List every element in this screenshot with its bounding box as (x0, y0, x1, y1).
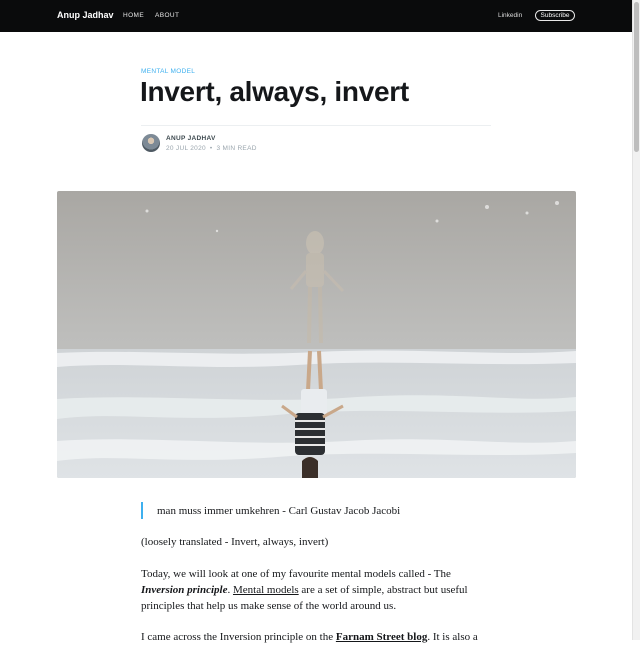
post-title: Invert, always, invert (140, 76, 409, 107)
inversion-principle-emphasis: Inversion principle (141, 584, 228, 596)
author-avatar[interactable] (142, 134, 160, 152)
intro-text-1: Today, we will look at one of my favouri… (141, 568, 451, 580)
author-name-link[interactable]: ANUP JADHAV (166, 135, 216, 142)
subscribe-button[interactable]: Subscribe (535, 10, 575, 21)
read-time: 3 MIN READ (216, 145, 257, 152)
site-brand[interactable]: Anup Jadhav (57, 10, 114, 20)
translation-paragraph: (loosely translated - Invert, always, in… (141, 536, 329, 548)
nav-about-link[interactable]: ABOUT (155, 12, 179, 19)
blockquote-text: man muss immer umkehren - Carl Gustav Ja… (157, 505, 401, 517)
linkedin-link[interactable]: Linkedin (498, 12, 522, 19)
meta-separator: • (209, 145, 213, 152)
post-date: 20 JUL 2020 (166, 145, 206, 152)
second-text-1: I came across the Inversion principle on… (141, 631, 336, 643)
post-tag-link[interactable]: MENTAL MODEL (141, 68, 195, 75)
top-navigation-bar: Anup Jadhav HOME ABOUT Linkedin Subscrib… (0, 0, 632, 32)
feature-image (57, 191, 576, 478)
post-meta: 20 JUL 2020 • 3 MIN READ (166, 145, 257, 152)
beach-reflection-photo (57, 191, 576, 478)
blockquote-bar (141, 502, 143, 519)
vertical-scrollbar[interactable] (632, 0, 640, 640)
scrollbar-thumb[interactable] (634, 2, 639, 152)
second-paragraph: I came across the Inversion principle on… (141, 629, 493, 645)
header-divider (141, 125, 491, 126)
intro-paragraph: Today, we will look at one of my favouri… (141, 566, 493, 614)
farnam-street-link[interactable]: Farnam Street blog (336, 631, 427, 643)
second-text-2: . It is also a (427, 631, 478, 643)
nav-home-link[interactable]: HOME (123, 12, 144, 19)
mental-models-link[interactable]: Mental models (233, 584, 299, 596)
